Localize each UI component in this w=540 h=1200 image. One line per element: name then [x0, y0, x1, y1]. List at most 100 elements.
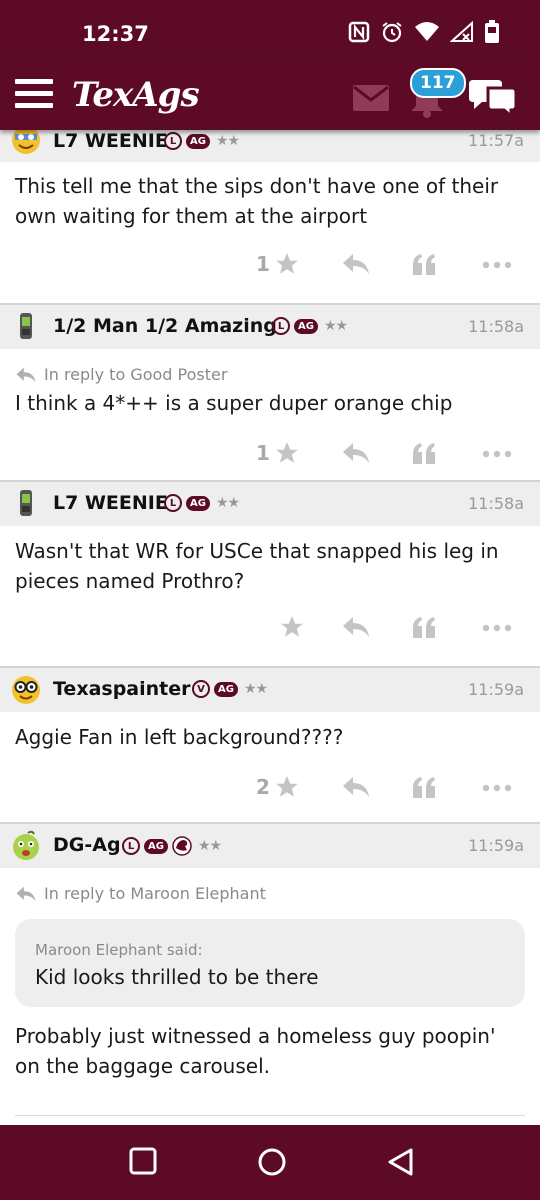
- reply-icon: [16, 886, 36, 901]
- avatar[interactable]: [10, 311, 42, 343]
- user-badges: V AG ★★: [192, 680, 268, 698]
- more-options-icon[interactable]: [482, 450, 512, 458]
- post-username[interactable]: DG-Ag: [53, 834, 121, 856]
- notification-count-badge[interactable]: 117: [410, 68, 466, 98]
- post-body: Aggie Fan in left background????: [15, 725, 344, 749]
- user-badges: L AG ★★: [164, 132, 240, 150]
- avatar[interactable]: [10, 674, 42, 706]
- badge-ag: AG: [214, 681, 238, 697]
- more-options-icon[interactable]: [482, 784, 512, 792]
- post-actions: 1: [0, 231, 540, 303]
- like-button[interactable]: 2: [256, 774, 300, 800]
- reply-icon[interactable]: [342, 442, 370, 464]
- battery-icon: [485, 20, 499, 43]
- more-options-icon[interactable]: [482, 261, 512, 269]
- reply-icon[interactable]: [342, 253, 370, 275]
- quoted-post[interactable]: Maroon Elephant said: Kid looks thrilled…: [15, 919, 525, 1007]
- post-body: Wasn't that WR for USCe that snapped his…: [15, 539, 499, 593]
- status-icons: [348, 20, 500, 44]
- like-button[interactable]: 1: [256, 440, 300, 466]
- star-icon: [276, 776, 298, 797]
- star-icon: [281, 616, 303, 637]
- badge-l: L: [164, 132, 182, 150]
- like-button[interactable]: [275, 614, 305, 640]
- signal-icon: [450, 21, 473, 42]
- reply-to-link[interactable]: In reply to Maroon Elephant: [15, 884, 525, 903]
- divider: [15, 1115, 525, 1116]
- post: L7 WEENIE L AG ★★ 11:57a This tell me th…: [0, 128, 540, 303]
- user-badges: L AG ★★: [122, 836, 222, 856]
- like-button[interactable]: 1: [256, 251, 300, 277]
- post-timestamp: 11:59a: [468, 680, 524, 699]
- stars-icon: ★★: [323, 318, 348, 334]
- texags-logo[interactable]: TexAgs: [72, 75, 200, 115]
- post-body: Probably just witnessed a homeless guy p…: [15, 1024, 496, 1078]
- like-count: 1: [256, 252, 270, 276]
- back-triangle-icon[interactable]: [386, 1147, 416, 1177]
- like-count: 2: [256, 775, 270, 799]
- home-circle-icon[interactable]: [257, 1147, 287, 1177]
- post-header: Texaspainter V AG ★★ 11:59a: [0, 668, 540, 712]
- stars-icon: ★★: [215, 133, 240, 149]
- app-header: TexAgs 117: [0, 64, 540, 130]
- post-actions: [0, 596, 540, 666]
- star-icon: [276, 253, 298, 274]
- post: DG-Ag L AG ★★ 11:59a In reply to Maroon …: [0, 822, 540, 1116]
- user-badges: L AG ★★: [164, 494, 240, 512]
- quote-author: Maroon Elephant said:: [35, 941, 203, 959]
- quote-icon[interactable]: [411, 616, 437, 638]
- post-timestamp: 11:59a: [468, 836, 524, 855]
- post-username[interactable]: L7 WEENIE: [53, 492, 168, 514]
- avatar[interactable]: [10, 488, 42, 520]
- more-options-icon[interactable]: [482, 624, 512, 632]
- post-username[interactable]: 1/2 Man 1/2 Amazing: [53, 315, 277, 337]
- reply-icon: [16, 367, 36, 382]
- post-body: I think a 4*++ is a super duper orange c…: [15, 391, 453, 415]
- post-timestamp: 11:57a: [468, 131, 524, 150]
- hamburger-menu-icon[interactable]: [15, 79, 53, 109]
- reply-to-text: In reply to Good Poster: [44, 365, 228, 384]
- stars-icon: ★★: [197, 838, 222, 854]
- post: 1/2 Man 1/2 Amazing L AG ★★ 11:58a In re…: [0, 303, 540, 480]
- avatar[interactable]: [10, 830, 42, 862]
- quote-text: Kid looks thrilled to be there: [35, 965, 319, 989]
- status-bar: 12:37: [0, 0, 540, 72]
- post: Texaspainter V AG ★★ 11:59a Aggie Fan in…: [0, 666, 540, 822]
- badge-ag: AG: [186, 495, 210, 511]
- nfc-icon: [348, 21, 370, 43]
- mail-icon[interactable]: [352, 84, 390, 112]
- reply-icon[interactable]: [342, 776, 370, 798]
- post-header: L7 WEENIE L AG ★★ 11:58a: [0, 482, 540, 526]
- avatar[interactable]: [10, 128, 42, 156]
- badge-ag: AG: [186, 133, 210, 149]
- post-username[interactable]: Texaspainter: [53, 678, 191, 700]
- badge-v: V: [192, 680, 210, 698]
- reply-to-link[interactable]: In reply to Good Poster: [15, 365, 525, 384]
- thread-feed[interactable]: L7 WEENIE L AG ★★ 11:57a This tell me th…: [0, 128, 540, 1125]
- post-timestamp: 11:58a: [468, 494, 524, 513]
- wifi-icon: [415, 22, 439, 41]
- post: L7 WEENIE L AG ★★ 11:58a Wasn't that WR …: [0, 480, 540, 666]
- badge-l: L: [272, 317, 290, 335]
- post-username[interactable]: L7 WEENIE: [53, 130, 168, 152]
- system-navigation-bar: [0, 1125, 540, 1200]
- badge-ag: AG: [144, 838, 168, 854]
- quote-icon[interactable]: [411, 776, 437, 798]
- quote-icon[interactable]: [411, 442, 437, 464]
- user-badges: L AG ★★: [272, 317, 348, 335]
- post-header: 1/2 Man 1/2 Amazing L AG ★★ 11:58a: [0, 305, 540, 349]
- reply-icon[interactable]: [342, 616, 370, 638]
- chat-bubbles-icon[interactable]: [468, 76, 518, 116]
- recents-square-icon[interactable]: [129, 1147, 157, 1175]
- badge-l: L: [164, 494, 182, 512]
- alarm-icon: [382, 22, 402, 43]
- stars-icon: ★★: [215, 495, 240, 511]
- post-timestamp: 11:58a: [468, 317, 524, 336]
- badge-ag: AG: [294, 318, 318, 334]
- star-icon: [276, 442, 298, 463]
- quote-icon[interactable]: [411, 253, 437, 275]
- stars-icon: ★★: [243, 681, 268, 697]
- like-count: 1: [256, 441, 270, 465]
- reveille-badge-icon: [172, 836, 192, 856]
- post-actions: 1: [0, 418, 540, 480]
